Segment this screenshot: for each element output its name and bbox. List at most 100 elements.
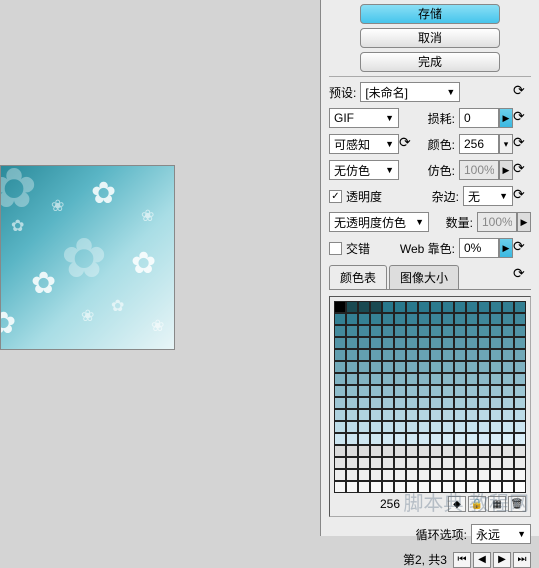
- color-swatch[interactable]: [502, 337, 514, 349]
- loop-select[interactable]: 永远▼: [471, 524, 531, 544]
- color-swatch[interactable]: [346, 337, 358, 349]
- color-swatch[interactable]: [478, 433, 490, 445]
- color-swatch[interactable]: [430, 433, 442, 445]
- color-swatch[interactable]: [334, 397, 346, 409]
- color-swatch[interactable]: [394, 445, 406, 457]
- color-swatch[interactable]: [454, 445, 466, 457]
- color-swatch[interactable]: [382, 385, 394, 397]
- color-swatch[interactable]: [514, 373, 526, 385]
- color-swatch[interactable]: [358, 361, 370, 373]
- snap-web-icon[interactable]: ◆: [448, 496, 466, 512]
- color-swatch[interactable]: [442, 349, 454, 361]
- color-swatch[interactable]: [370, 469, 382, 481]
- color-swatch[interactable]: [346, 349, 358, 361]
- color-swatch[interactable]: [346, 361, 358, 373]
- color-swatch[interactable]: [370, 361, 382, 373]
- color-swatch[interactable]: [514, 421, 526, 433]
- color-swatch[interactable]: [406, 349, 418, 361]
- color-swatch[interactable]: [490, 301, 502, 313]
- color-swatch[interactable]: [406, 433, 418, 445]
- color-swatch[interactable]: [490, 409, 502, 421]
- next-frame-button[interactable]: ▶: [493, 552, 511, 568]
- image-preview[interactable]: ✿ ✿ ✿ ✿ ✿ ✿ ❀ ❀ ❀ ✿ ✿ ❀: [0, 165, 175, 350]
- color-swatch[interactable]: [358, 409, 370, 421]
- color-swatch[interactable]: [346, 325, 358, 337]
- color-swatch[interactable]: [442, 313, 454, 325]
- color-swatch[interactable]: [418, 349, 430, 361]
- color-swatch[interactable]: [454, 337, 466, 349]
- color-swatch[interactable]: [466, 313, 478, 325]
- color-swatch[interactable]: [430, 301, 442, 313]
- color-swatch[interactable]: [502, 349, 514, 361]
- color-swatch[interactable]: [334, 337, 346, 349]
- color-swatch[interactable]: [466, 373, 478, 385]
- color-swatch[interactable]: [370, 385, 382, 397]
- color-swatch[interactable]: [346, 457, 358, 469]
- color-swatch[interactable]: [370, 445, 382, 457]
- color-swatch[interactable]: [442, 325, 454, 337]
- color-swatch[interactable]: [478, 361, 490, 373]
- color-swatch[interactable]: [442, 301, 454, 313]
- color-swatch[interactable]: [478, 385, 490, 397]
- color-swatch[interactable]: [370, 433, 382, 445]
- color-swatch[interactable]: [334, 433, 346, 445]
- done-button[interactable]: 完成: [360, 52, 500, 72]
- color-swatch[interactable]: [370, 457, 382, 469]
- color-swatch[interactable]: [502, 313, 514, 325]
- color-swatch[interactable]: [358, 373, 370, 385]
- color-swatch[interactable]: [406, 385, 418, 397]
- color-swatch[interactable]: [346, 445, 358, 457]
- color-swatch[interactable]: [442, 373, 454, 385]
- color-swatch[interactable]: [490, 481, 502, 493]
- color-swatch[interactable]: [394, 373, 406, 385]
- color-swatch[interactable]: [430, 397, 442, 409]
- color-swatch[interactable]: [370, 349, 382, 361]
- format-select[interactable]: GIF▼: [329, 108, 399, 128]
- color-swatch[interactable]: [358, 349, 370, 361]
- color-swatch[interactable]: [514, 481, 526, 493]
- color-swatch[interactable]: [466, 457, 478, 469]
- color-swatch[interactable]: [370, 301, 382, 313]
- color-swatch[interactable]: [418, 445, 430, 457]
- color-swatch[interactable]: [358, 325, 370, 337]
- color-swatch[interactable]: [514, 457, 526, 469]
- color-swatch[interactable]: [430, 349, 442, 361]
- save-button[interactable]: 存储: [360, 4, 500, 24]
- color-swatch[interactable]: [454, 397, 466, 409]
- color-swatch[interactable]: [430, 373, 442, 385]
- color-swatch[interactable]: [466, 481, 478, 493]
- color-swatch[interactable]: [514, 397, 526, 409]
- color-swatch[interactable]: [382, 313, 394, 325]
- color-swatch[interactable]: [334, 361, 346, 373]
- color-swatch[interactable]: [430, 337, 442, 349]
- color-swatch[interactable]: [514, 301, 526, 313]
- color-swatch[interactable]: [382, 397, 394, 409]
- color-swatch[interactable]: [466, 409, 478, 421]
- color-swatch[interactable]: [490, 397, 502, 409]
- color-swatch[interactable]: [466, 301, 478, 313]
- color-swatch[interactable]: [490, 445, 502, 457]
- color-swatch[interactable]: [502, 301, 514, 313]
- color-swatch[interactable]: [442, 445, 454, 457]
- color-swatch[interactable]: [502, 469, 514, 481]
- color-swatch[interactable]: [502, 445, 514, 457]
- color-swatch[interactable]: [502, 409, 514, 421]
- color-swatch[interactable]: [382, 457, 394, 469]
- color-swatch[interactable]: [430, 313, 442, 325]
- color-swatch[interactable]: [370, 421, 382, 433]
- color-swatch[interactable]: [490, 313, 502, 325]
- color-swatch[interactable]: [334, 457, 346, 469]
- color-swatch[interactable]: [346, 481, 358, 493]
- color-swatch[interactable]: [466, 421, 478, 433]
- color-swatch[interactable]: [490, 433, 502, 445]
- web-input[interactable]: [459, 238, 499, 258]
- color-swatch[interactable]: [454, 421, 466, 433]
- color-swatch[interactable]: [382, 325, 394, 337]
- color-swatch[interactable]: [442, 433, 454, 445]
- color-swatch[interactable]: [346, 301, 358, 313]
- color-swatch[interactable]: [370, 409, 382, 421]
- color-swatch[interactable]: [514, 445, 526, 457]
- algorithm-select[interactable]: 可感知▼: [329, 134, 399, 154]
- color-swatch[interactable]: [358, 337, 370, 349]
- color-swatch[interactable]: [490, 361, 502, 373]
